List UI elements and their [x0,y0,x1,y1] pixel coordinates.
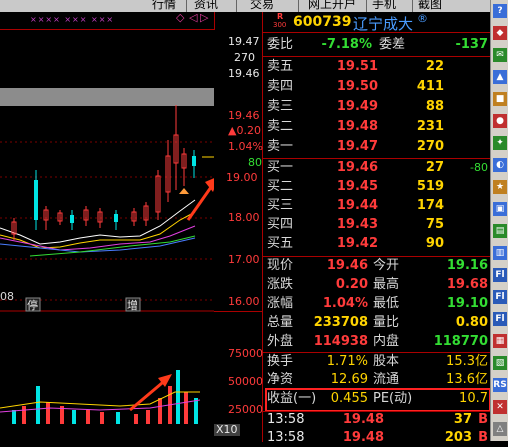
menu-item-open-account[interactable]: 网上开户 [308,0,356,11]
sell-row-2[interactable]: 卖二 19.48 231 [263,118,490,136]
registered-icon: ® [417,12,428,25]
bid-ratio-row: 委比 -7.18% 委差 -137 [263,36,490,54]
stats-row: 现价 19.46 今开 19.16 [267,258,488,273]
grid-icon[interactable]: ▣ [493,202,507,216]
stats-row: 净资 12.69 流通 13.6亿 [267,372,488,387]
star-icon[interactable]: ★ [493,180,507,194]
price-change-pct-label: 1.04% [228,140,263,153]
tag-increase: 增 [127,298,138,312]
menu-item-quotes[interactable]: 行情 [152,0,176,11]
kline-chart[interactable]: 08 停 增 [0,30,214,441]
highlight-box [265,388,491,412]
price-axis-label: 19.46 [228,109,260,122]
buy-row-2[interactable]: 买二 19.45 519 [263,178,490,196]
volume-axis: 75000 50000 25000 X10 [214,311,263,442]
buy-row-5[interactable]: 买五 19.42 90 [263,235,490,253]
star-burst-icon[interactable]: ✦ [493,136,507,150]
sell-row-3[interactable]: 卖三 19.49 88 [263,98,490,116]
menu-item-trade[interactable]: 交易 [250,0,274,11]
diamond-icon[interactable]: ◇ [176,11,184,24]
stock-code: 600739 [293,14,352,30]
square-icon[interactable]: ■ [493,92,507,106]
help-icon[interactable]: ? [493,4,507,18]
buy-row-1[interactable]: 买一 19.46 27 -80 [263,159,490,177]
half-circle-icon[interactable]: ◐ [493,158,507,172]
sell-row-1[interactable]: 卖一 19.47 270 [263,138,490,156]
tick-row: 13:58 19.48 37 B [267,412,488,427]
ratio-value: -7.18% [321,37,373,52]
menu-item-news[interactable]: 资讯 [194,0,218,11]
price-axis: 19.47 270 19.46 19.46 ▲0.20 1.04% 80 19.… [214,30,263,310]
stats-row: 涨幅 1.04% 最低 19.10 [267,296,488,311]
layout-icon[interactable]: ▧ [493,356,507,370]
sell-row-4[interactable]: 卖四 19.50 411 [263,78,490,96]
stats-row: 换手 1.71% 股本 15.3亿 [267,354,488,369]
market-badge-top: R [277,12,284,21]
table-icon[interactable]: ▥ [493,246,507,260]
price-axis-label: 80 [248,156,262,169]
stats-row: 外盘 114938 内盘 118770 [267,334,488,349]
f10-icon[interactable]: Fl [493,312,507,326]
date-label: 08 [0,290,14,303]
stats-row: 涨跌 0.20 最高 19.68 [267,277,488,292]
volume-axis-label: 75000 [228,347,263,360]
sell-row-5[interactable]: 卖五 19.51 22 [263,58,490,76]
volume-axis-label: 25000 [228,403,263,416]
chart-icon[interactable]: ▦ [493,334,507,348]
diff-value: -137 [455,37,488,52]
f10-icon[interactable]: Fl [493,268,507,282]
buy-row-3[interactable]: 买三 19.44 174 [263,197,490,215]
diamond-icon[interactable]: ◆ [493,26,507,40]
buy-row-4[interactable]: 买四 19.43 75 [263,216,490,234]
dot-icon[interactable]: ● [493,114,507,128]
price-axis-label: 19.00 [226,171,258,184]
f10-icon[interactable]: Fl [493,290,507,304]
volume-unit-label: X10 [214,423,240,436]
volume-axis-label: 50000 [228,375,263,388]
mail-icon[interactable]: ✉ [493,48,507,62]
price-axis-label: 18.00 [228,211,260,224]
rss-icon[interactable]: RS [493,378,507,392]
side-toolbar: ? ◆ ✉ ▲ ■ ● ✦ ◐ ★ ▣ ▤ ▥ Fl Fl Fl ▦ ▧ RS … [490,0,508,441]
stock-title: R 300 600739 辽宁成大 ® [263,12,490,33]
quote-panel: R 300 600739 辽宁成大 ® 委比 -7.18% 委差 -137 卖五… [263,12,491,445]
price-change-label: ▲0.20 [228,124,261,137]
close-icon[interactable]: ✕ [493,400,507,414]
stats-row: 总量 233708 量比 0.80 [267,315,488,330]
tag-stop: 停 [27,298,38,312]
stock-name: 辽宁成大 [353,15,414,33]
price-axis-label: 19.47 [228,35,260,48]
ratio-label: 委比 [267,37,294,52]
menu-item-mobile[interactable]: 手机 [372,0,396,11]
market-badge-bottom: 300 [273,21,287,29]
price-axis-label: 19.46 [228,67,260,80]
tick-row: 13:58 19.48 203 B [267,430,488,445]
price-axis-label: 16.00 [228,295,260,308]
price-axis-label: 270 [234,51,255,64]
menu-item-screenshot[interactable]: 截图 [418,0,442,11]
chart-header: ×××× ××× ××× ◇ ◁ ▷ [0,11,215,30]
list-icon[interactable]: ▤ [493,224,507,238]
price-axis-label: 17.00 [228,253,260,266]
arrow-left-icon[interactable]: ◁ [189,11,197,24]
arrow-right-icon[interactable]: ▷ [200,11,208,24]
triangle-icon[interactable]: ▲ [493,70,507,84]
triangle-up-icon[interactable]: △ [493,422,507,436]
indicator-marks: ×××× ××× ××× [30,15,115,24]
diff-label: 委差 [379,37,406,52]
